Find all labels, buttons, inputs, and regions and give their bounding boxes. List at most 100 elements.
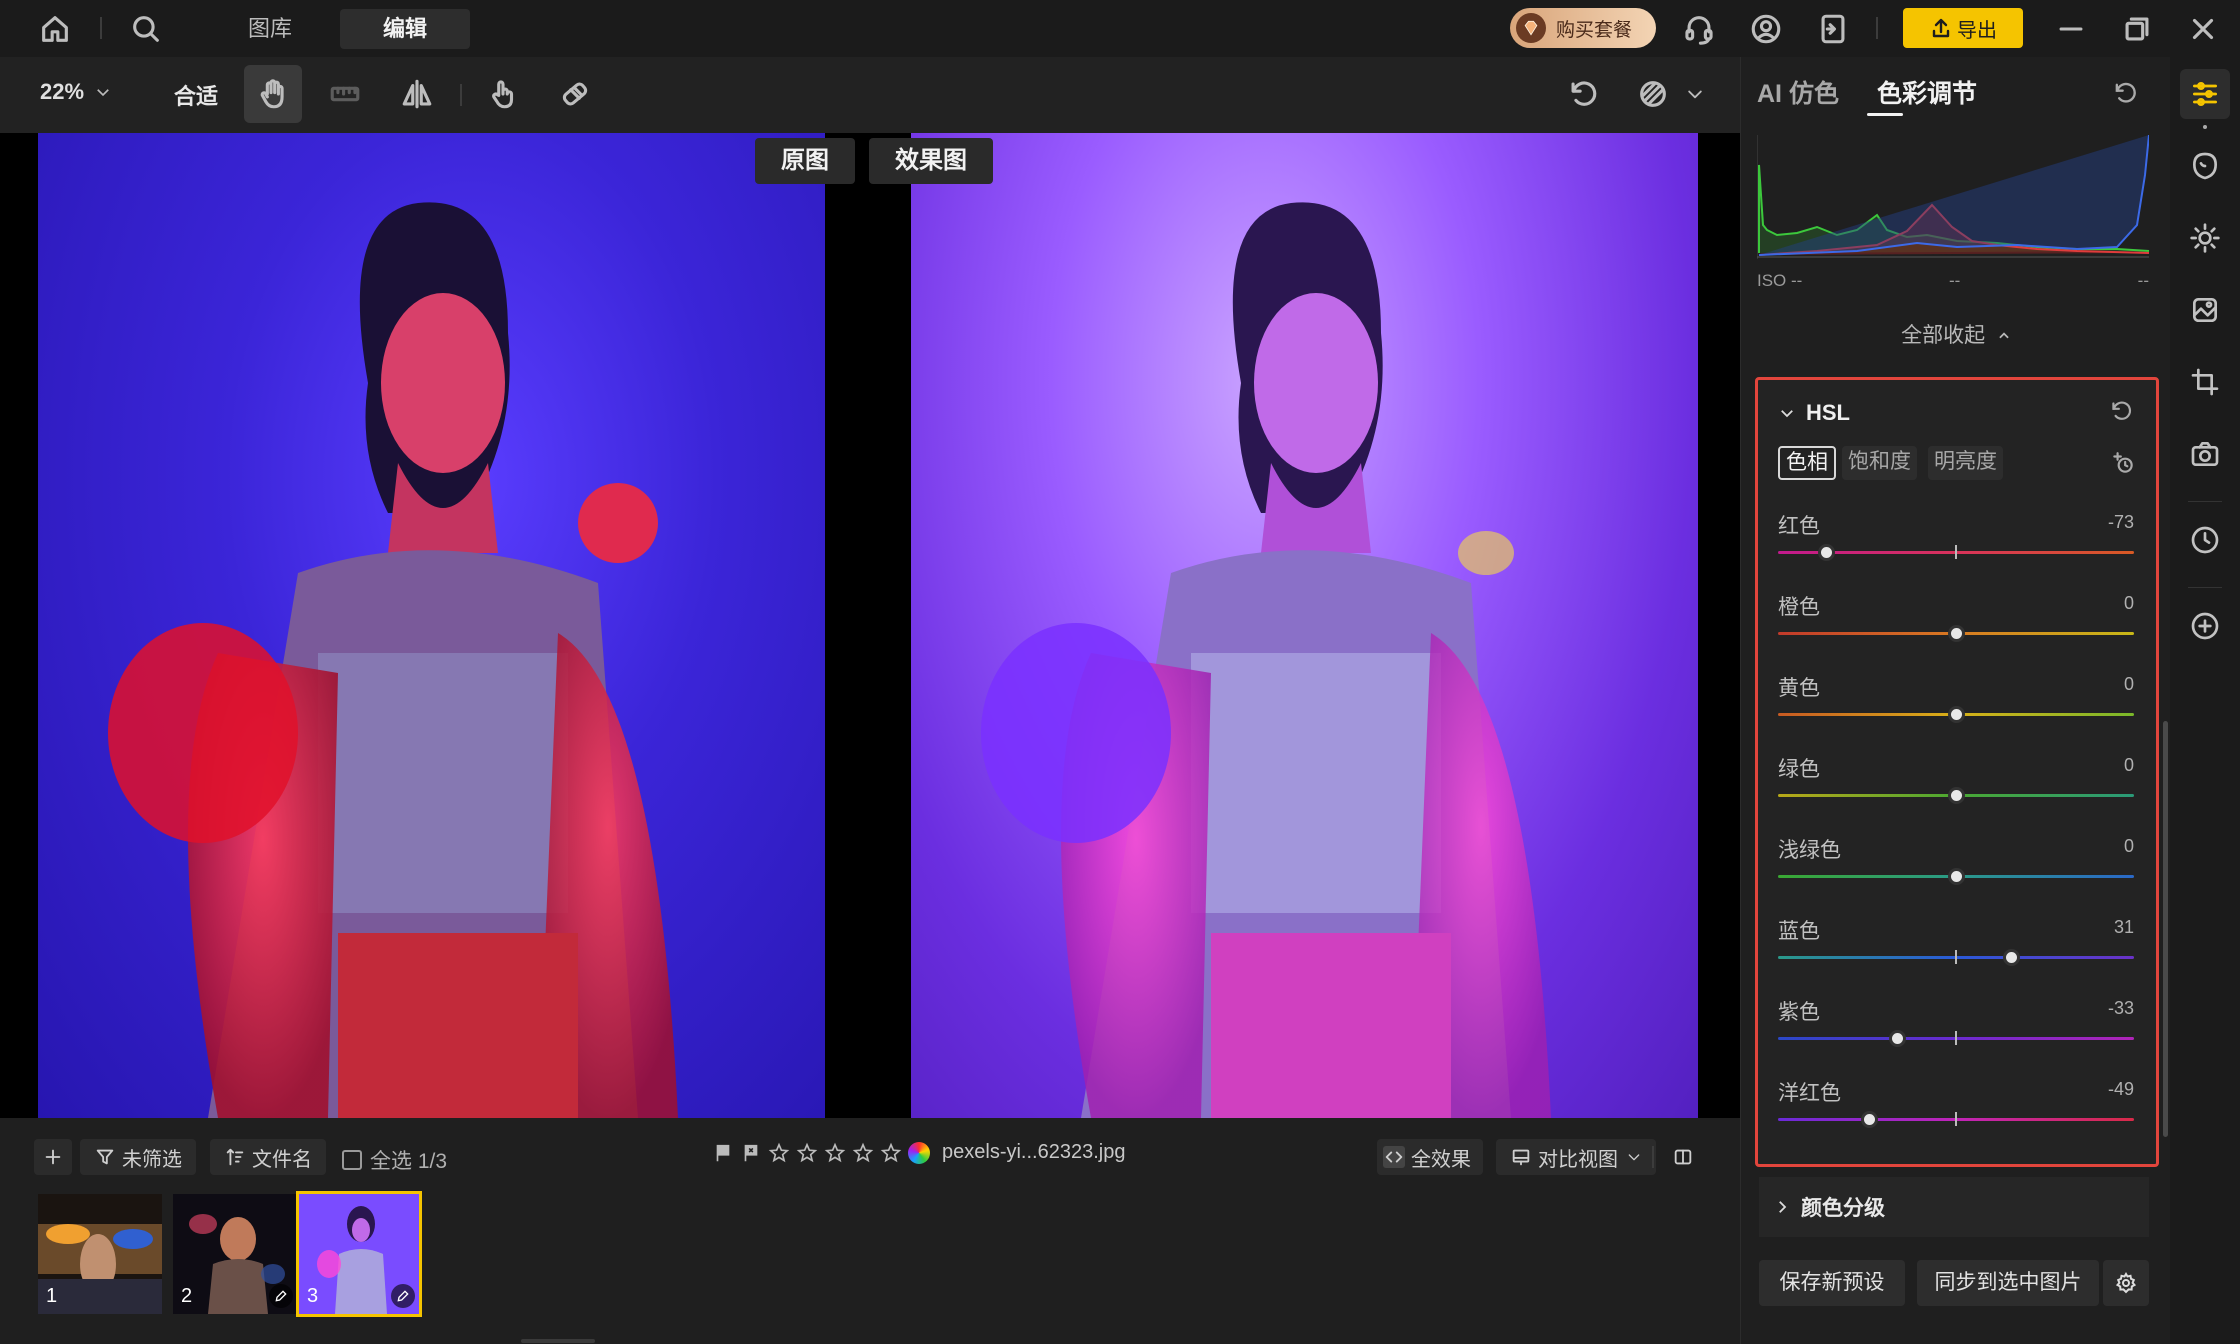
tab-ai-color[interactable]: AI 仿色 <box>1757 74 1839 110</box>
slider-value[interactable]: -73 <box>2108 512 2134 533</box>
brightness-icon[interactable] <box>2180 213 2230 263</box>
buy-package-label: 购买套餐 <box>1556 19 1633 41</box>
undo-icon[interactable] <box>1554 65 1612 123</box>
slider-value[interactable]: 0 <box>2124 593 2134 614</box>
hsl-slider-row[interactable]: 红色 -73 <box>1778 510 2134 570</box>
hsl-slider-row[interactable]: 蓝色 31 <box>1778 915 2134 975</box>
slider-value[interactable]: 0 <box>2124 836 2134 857</box>
slider-handle[interactable] <box>1818 544 1835 561</box>
fit-button[interactable]: 合适 <box>174 79 218 111</box>
switch-icon[interactable] <box>1813 9 1853 49</box>
tab-color-adjust[interactable]: 色彩调节 <box>1877 74 1977 110</box>
compare-view-dropdown[interactable]: 对比视图 <box>1496 1139 1656 1175</box>
hsl-header[interactable]: HSL <box>1778 400 1850 426</box>
reset-icon[interactable] <box>2111 79 2141 109</box>
adjust-sliders-icon[interactable] <box>2180 69 2230 119</box>
chevron-down-icon <box>1781 410 1793 418</box>
color-grading-section[interactable]: 颜色分级 <box>1759 1177 2149 1237</box>
divider <box>2188 587 2222 588</box>
histogram <box>1757 135 2149 259</box>
flip-icon[interactable] <box>388 65 446 123</box>
slider-value[interactable]: 0 <box>2124 674 2134 695</box>
full-effect-button[interactable]: 全效果 <box>1377 1139 1483 1175</box>
chevron-down-icon[interactable] <box>1668 65 1722 123</box>
hsl-slider-row[interactable]: 洋红色 -49 <box>1778 1077 2134 1137</box>
close-icon[interactable] <box>2183 9 2223 49</box>
reset-icon[interactable] <box>2108 398 2134 424</box>
hsl-slider-row[interactable]: 橙色 0 <box>1778 591 2134 651</box>
sync-selected-button[interactable]: 同步到选中图片 <box>1917 1260 2099 1306</box>
save-preset-button[interactable]: 保存新预设 <box>1759 1260 1905 1306</box>
color-picker-icon[interactable] <box>2110 450 2136 476</box>
filmstrip-scrollbar[interactable] <box>521 1339 595 1343</box>
collapse-all-button[interactable]: 全部收起 <box>1741 319 2171 349</box>
image-canvas[interactable]: 原图 效果图 <box>0 133 1740 1118</box>
add-circle-icon[interactable] <box>2180 601 2230 651</box>
slider-center-mark <box>1955 545 1957 559</box>
touch-icon[interactable] <box>474 65 532 123</box>
home-icon[interactable] <box>35 9 75 49</box>
reject-flag-icon[interactable] <box>740 1142 762 1164</box>
hsl-slider-row[interactable]: 黄色 0 <box>1778 672 2134 732</box>
split-view-icon[interactable] <box>1664 1139 1702 1175</box>
tool-sidebar <box>2170 57 2240 1344</box>
adjustment-panel: AI 仿色 色彩调节 ISO -- -- -- 全部收起 HSL 色相 饱和度 <box>1740 57 2170 1344</box>
history-icon[interactable] <box>2180 515 2230 565</box>
slider-handle[interactable] <box>1948 625 1965 642</box>
thumbnail-item-selected[interactable]: 3 <box>296 1191 422 1317</box>
minimize-icon[interactable] <box>2051 9 2091 49</box>
slider-value[interactable]: 0 <box>2124 755 2134 776</box>
divider <box>460 84 462 106</box>
settings-icon[interactable] <box>2103 1260 2149 1306</box>
star-icon[interactable] <box>796 1142 818 1164</box>
hsl-slider-row[interactable]: 浅绿色 0 <box>1778 834 2134 894</box>
add-icon[interactable] <box>34 1139 72 1175</box>
select-all-checkbox[interactable]: 全选 1/3 <box>342 1145 447 1175</box>
filter-button[interactable]: 未筛选 <box>80 1139 196 1175</box>
star-icon[interactable] <box>852 1142 874 1164</box>
export-button[interactable]: 导出 <box>1903 8 2023 48</box>
panel-scrollbar[interactable] <box>2163 721 2168 1137</box>
image-adjust-icon[interactable] <box>2180 285 2230 335</box>
crop-icon[interactable] <box>2180 357 2230 407</box>
eraser-icon[interactable] <box>546 65 604 123</box>
slider-value[interactable]: 31 <box>2114 917 2134 938</box>
zoom-dropdown[interactable]: 22% <box>40 79 112 105</box>
color-label-icon[interactable] <box>908 1141 930 1164</box>
face-icon[interactable] <box>2180 141 2230 191</box>
slider-handle[interactable] <box>1889 1030 1906 1047</box>
search-icon[interactable] <box>126 9 166 49</box>
hsl-tab-luminance[interactable]: 明亮度 <box>1928 446 2003 480</box>
code-compare-icon <box>1383 1146 1405 1168</box>
hsl-slider-row[interactable]: 紫色 -33 <box>1778 996 2134 1056</box>
sort-button[interactable]: 文件名 <box>210 1139 326 1175</box>
flag-icon[interactable] <box>712 1142 734 1164</box>
headset-icon[interactable] <box>1679 9 1719 49</box>
hsl-tab-saturation[interactable]: 饱和度 <box>1842 446 1917 480</box>
slider-handle[interactable] <box>1948 868 1965 885</box>
slider-handle[interactable] <box>1948 706 1965 723</box>
nav-tab-library[interactable]: 图库 <box>230 9 310 49</box>
buy-package-button[interactable]: 购买套餐 <box>1510 8 1656 48</box>
hsl-tab-hue[interactable]: 色相 <box>1778 446 1836 480</box>
slider-label: 洋红色 <box>1778 1082 1841 1105</box>
filmstrip: 1 2 3 <box>0 1191 1740 1344</box>
thumbnail-item[interactable]: 2 <box>173 1194 297 1314</box>
slider-value[interactable]: -33 <box>2108 998 2134 1019</box>
hsl-slider-row[interactable]: 绿色 0 <box>1778 753 2134 813</box>
nav-tab-edit[interactable]: 编辑 <box>340 9 470 49</box>
filter-icon <box>96 1149 114 1165</box>
star-icon[interactable] <box>880 1142 902 1164</box>
hand-tool-icon[interactable] <box>244 65 302 123</box>
slider-handle[interactable] <box>1948 787 1965 804</box>
camera-icon[interactable] <box>2180 429 2230 479</box>
star-icon[interactable] <box>768 1142 790 1164</box>
slider-value[interactable]: -49 <box>2108 1079 2134 1100</box>
user-icon[interactable] <box>1746 9 1786 49</box>
restore-icon[interactable] <box>2117 9 2157 49</box>
slider-handle[interactable] <box>2003 949 2020 966</box>
slider-handle[interactable] <box>1861 1111 1878 1128</box>
compare-view-icon <box>1512 1149 1530 1166</box>
star-icon[interactable] <box>824 1142 846 1164</box>
thumbnail-item[interactable]: 1 <box>38 1194 162 1314</box>
